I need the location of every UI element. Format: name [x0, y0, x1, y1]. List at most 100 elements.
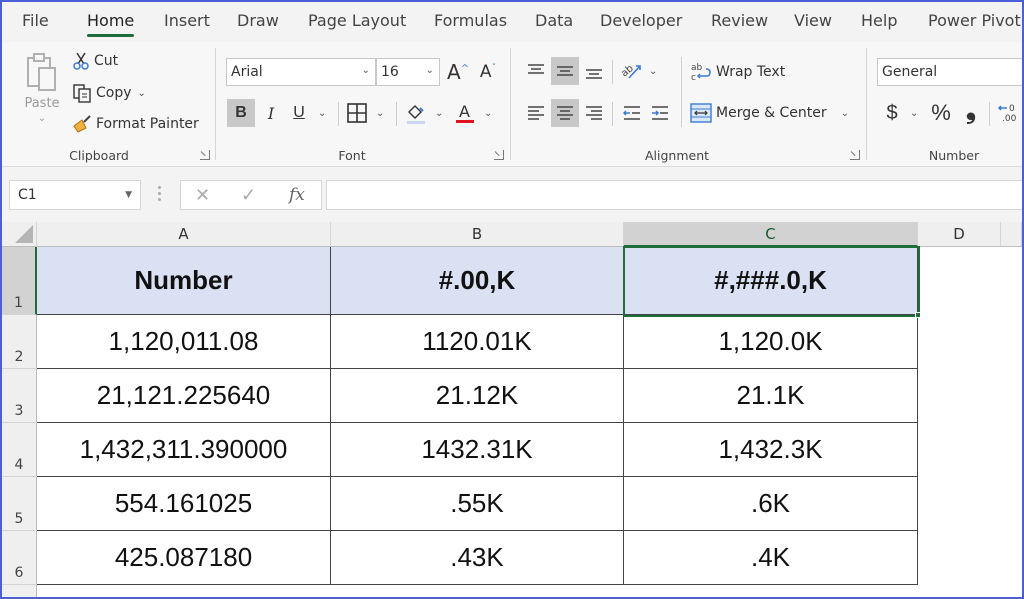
paste-dropdown-icon[interactable]: ⌄	[20, 113, 64, 124]
cell-c6[interactable]: .4K	[624, 531, 918, 585]
cell-a3[interactable]: 21,121.225640	[37, 369, 331, 423]
column-header-d[interactable]: D	[918, 222, 1001, 247]
tab-home[interactable]: Home	[87, 11, 134, 30]
column-header-b[interactable]: B	[331, 222, 624, 247]
align-center-button[interactable]	[551, 99, 579, 127]
enter-checkmark-icon[interactable]: ✓	[241, 185, 256, 206]
tab-data[interactable]: Data	[535, 11, 573, 30]
cell-a4[interactable]: 1,432,311.390000	[37, 423, 331, 477]
tab-view[interactable]: View	[794, 11, 832, 30]
insert-function-icon[interactable]: fx	[289, 185, 305, 205]
chevron-down-icon[interactable]: ⌄	[362, 65, 370, 76]
tab-help[interactable]: Help	[861, 11, 897, 30]
tab-power-pivot[interactable]: Power Pivot	[928, 11, 1021, 30]
orientation-dropdown-icon[interactable]: ⌄	[649, 66, 657, 77]
align-right-button[interactable]	[580, 99, 608, 127]
font-size-combo[interactable]: 16 ⌄	[376, 58, 440, 86]
copy-dropdown-icon[interactable]: ⌄	[138, 88, 146, 99]
tab-review[interactable]: Review	[711, 11, 768, 30]
merge-center-dropdown-icon[interactable]: ⌄	[841, 108, 849, 119]
font-color-dropdown-icon[interactable]: ⌄	[484, 108, 492, 119]
clipboard-launcher-icon[interactable]	[200, 150, 210, 160]
tab-page-layout[interactable]: Page Layout	[308, 11, 406, 30]
middle-align-button[interactable]	[551, 57, 579, 85]
select-all-button[interactable]	[2, 222, 37, 247]
fill-handle[interactable]	[915, 312, 921, 318]
wrap-text-button[interactable]: abc Wrap Text	[690, 61, 785, 83]
tab-file[interactable]: File	[22, 11, 49, 30]
align-left-button[interactable]	[522, 99, 550, 127]
cell-a2[interactable]: 1,120,011.08	[37, 315, 331, 369]
decrease-font-size-button[interactable]: Aˇ	[474, 58, 502, 86]
percent-style-button[interactable]: %	[927, 99, 955, 127]
cell-b3[interactable]: 21.12K	[331, 369, 624, 423]
separator	[612, 60, 613, 84]
borders-dropdown-icon[interactable]: ⌄	[376, 108, 384, 119]
row-header-5[interactable]: 5	[2, 477, 37, 531]
borders-button[interactable]	[343, 99, 371, 127]
align-right-icon	[584, 103, 604, 123]
cell-c3[interactable]: 21.1K	[624, 369, 918, 423]
alignment-launcher-icon[interactable]	[850, 150, 860, 160]
format-painter-button[interactable]: Format Painter	[72, 114, 199, 134]
row-header-1[interactable]: 1	[2, 247, 37, 315]
decrease-indent-icon	[622, 103, 642, 123]
cell-c2[interactable]: 1,120.0K	[624, 315, 918, 369]
cell-b2[interactable]: 1120.01K	[331, 315, 624, 369]
italic-button[interactable]: I	[257, 99, 285, 127]
formula-input[interactable]	[326, 180, 1022, 210]
font-launcher-icon[interactable]	[494, 150, 504, 160]
paste-button[interactable]: Paste ⌄	[20, 52, 64, 124]
tab-developer[interactable]: Developer	[600, 11, 682, 30]
row-header-4[interactable]: 4	[2, 423, 37, 477]
bottom-align-button[interactable]	[580, 57, 608, 85]
column-header-e[interactable]	[1001, 222, 1022, 247]
tab-insert[interactable]: Insert	[164, 11, 210, 30]
group-divider	[215, 48, 216, 160]
fill-color-button[interactable]	[402, 99, 430, 127]
tab-draw[interactable]: Draw	[237, 11, 279, 30]
cell-b1[interactable]: #.00,K	[331, 247, 624, 315]
cut-button[interactable]: Cut	[72, 52, 118, 70]
cell-a6[interactable]: 425.087180	[37, 531, 331, 585]
row-header-7[interactable]	[2, 585, 37, 597]
column-header-a[interactable]: A	[37, 222, 331, 247]
font-color-button[interactable]: A	[451, 99, 479, 127]
merge-center-button[interactable]: Merge & Center ⌄	[690, 103, 849, 123]
underline-dropdown-icon[interactable]: ⌄	[318, 108, 326, 119]
increase-decimal-button[interactable]: 0.00	[995, 99, 1022, 127]
copy-button[interactable]: Copy ⌄	[72, 83, 146, 103]
tab-formulas[interactable]: Formulas	[434, 11, 507, 30]
cell-a1[interactable]: Number	[37, 247, 331, 315]
cell-b4[interactable]: 1432.31K	[331, 423, 624, 477]
top-align-button[interactable]	[522, 57, 550, 85]
font-name-combo[interactable]: Arial ⌄	[226, 58, 376, 86]
increase-font-size-button[interactable]: A^	[444, 58, 472, 86]
formula-bar-grip-icon[interactable]	[158, 186, 161, 204]
cancel-icon[interactable]: ✕	[195, 185, 210, 206]
name-box[interactable]: C1 ▼	[9, 180, 141, 210]
accounting-dropdown-icon[interactable]: ⌄	[910, 108, 918, 119]
orientation-button[interactable]: ab	[618, 57, 646, 85]
bold-button[interactable]: B	[227, 99, 255, 127]
column-header-c[interactable]: C	[624, 222, 918, 247]
accounting-format-button[interactable]: $	[878, 99, 906, 127]
decrease-indent-button[interactable]	[618, 99, 646, 127]
row-header-2[interactable]: 2	[2, 315, 37, 369]
increase-indent-button[interactable]	[646, 99, 674, 127]
fill-color-dropdown-icon[interactable]: ⌄	[435, 108, 443, 119]
row-header-6[interactable]: 6	[2, 531, 37, 585]
name-box-value: C1	[18, 187, 37, 203]
comma-style-button[interactable]: ❟	[957, 96, 985, 124]
chevron-down-icon[interactable]: ⌄	[426, 65, 434, 76]
cell-a5[interactable]: 554.161025	[37, 477, 331, 531]
cell-b5[interactable]: .55K	[331, 477, 624, 531]
cell-c5[interactable]: .6K	[624, 477, 918, 531]
underline-button[interactable]: U	[285, 99, 313, 127]
number-format-combo[interactable]: General	[877, 58, 1022, 86]
cell-b6[interactable]: .43K	[331, 531, 624, 585]
row-header-3[interactable]: 3	[2, 369, 37, 423]
cell-c1[interactable]: #,###.0,K	[624, 247, 918, 315]
cell-c4[interactable]: 1,432.3K	[624, 423, 918, 477]
name-box-dropdown-icon[interactable]: ▼	[125, 190, 132, 200]
